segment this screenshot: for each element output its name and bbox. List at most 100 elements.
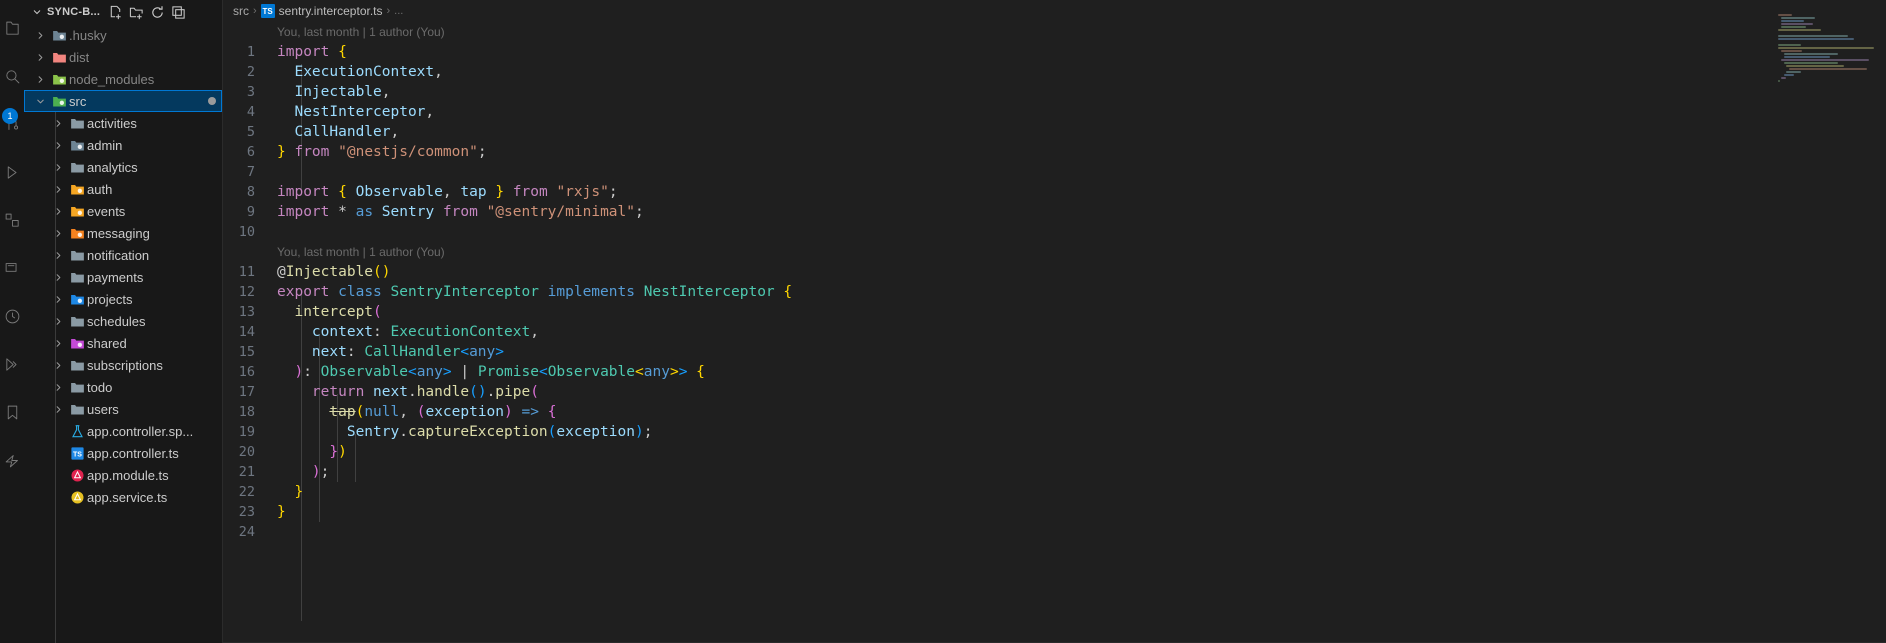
tree-item-admin[interactable]: admin <box>24 134 222 156</box>
chevron-right-icon[interactable] <box>50 382 67 393</box>
chevron-right-icon[interactable] <box>50 272 67 283</box>
code-line[interactable]: 23} <box>223 502 1886 522</box>
code-line-content[interactable]: import * as Sentry from "@sentry/minimal… <box>277 204 1886 220</box>
chevron-right-icon[interactable] <box>50 338 67 349</box>
code-line-content[interactable]: @Injectable() <box>277 264 1886 280</box>
code-line[interactable]: 5 CallHandler, <box>223 122 1886 142</box>
code-line[interactable]: 19 Sentry.captureException(exception); <box>223 422 1886 442</box>
code-line[interactable]: 15 next: CallHandler<any> <box>223 342 1886 362</box>
chevron-right-icon[interactable] <box>50 316 67 327</box>
code-line-content[interactable]: next: CallHandler<any> <box>277 344 1886 360</box>
code-line-content[interactable]: } <box>277 484 1886 500</box>
code-line[interactable]: 20 }) <box>223 442 1886 462</box>
code-line[interactable]: 4 NestInterceptor, <box>223 102 1886 122</box>
breadcrumb-root[interactable]: src <box>233 4 249 18</box>
collapse-folders-icon[interactable] <box>170 4 186 20</box>
thunder-client-icon[interactable] <box>0 436 24 484</box>
code-line[interactable]: 3 Injectable, <box>223 82 1886 102</box>
tree-item-todo[interactable]: todo <box>24 376 222 398</box>
chevron-right-icon[interactable] <box>50 294 67 305</box>
chevron-right-icon[interactable] <box>50 360 67 371</box>
chevron-right-icon[interactable] <box>50 184 67 195</box>
chevron-right-icon[interactable] <box>32 52 49 63</box>
new-folder-icon[interactable] <box>128 4 144 20</box>
code-line-content[interactable]: NestInterceptor, <box>277 104 1886 120</box>
chevron-down-icon[interactable] <box>30 6 44 18</box>
code-line-content[interactable]: import { <box>277 44 1886 60</box>
code-line[interactable]: 1 import { <box>223 42 1886 62</box>
tree-item-app-controller-ts[interactable]: TS app.controller.ts <box>24 442 222 464</box>
tree-item-app-module-ts[interactable]: app.module.ts <box>24 464 222 486</box>
explorer-section-header[interactable]: SYNC-B... <box>24 0 222 24</box>
code-line[interactable]: 10 <box>223 222 1886 242</box>
code-line[interactable]: 24 <box>223 522 1886 542</box>
code-line-content[interactable]: ); <box>277 464 1886 480</box>
code-line[interactable]: 7 <box>223 162 1886 182</box>
code-line-content[interactable]: Injectable, <box>277 84 1886 100</box>
search-icon[interactable] <box>0 52 24 100</box>
code-line[interactable]: 6} from "@nestjs/common"; <box>223 142 1886 162</box>
run-and-debug-icon[interactable] <box>0 148 24 196</box>
code-line-content[interactable]: intercept( <box>277 304 1886 320</box>
tree-item-dist[interactable]: dist <box>24 46 222 68</box>
tree-item-subscriptions[interactable]: subscriptions <box>24 354 222 376</box>
code-line[interactable]: 11 @Injectable() <box>223 262 1886 282</box>
tree-item-payments[interactable]: payments <box>24 266 222 288</box>
tree-item-users[interactable]: users <box>24 398 222 420</box>
code-line[interactable]: 8 import { Observable, tap } from "rxjs"; <box>223 182 1886 202</box>
code-line[interactable]: 9 import * as Sentry from "@sentry/minima… <box>223 202 1886 222</box>
breadcrumb[interactable]: src › TS sentry.interceptor.ts › ... <box>223 0 1886 22</box>
source-control-icon[interactable]: 1 <box>0 100 24 148</box>
breadcrumb-file[interactable]: sentry.interceptor.ts <box>279 4 383 18</box>
explorer-icon[interactable] <box>0 4 24 52</box>
code-line-content[interactable]: tap(null, (exception) => { <box>277 404 1886 420</box>
code-line[interactable]: 2 ExecutionContext, <box>223 62 1886 82</box>
code-line-content[interactable]: return next.handle().pipe( <box>277 384 1886 400</box>
testing-icon[interactable] <box>0 292 24 340</box>
extensions-icon[interactable] <box>0 196 24 244</box>
minimap[interactable] <box>1778 14 1874 82</box>
code-line[interactable]: 17 return next.handle().pipe( <box>223 382 1886 402</box>
code-line-content[interactable]: } from "@nestjs/common"; <box>277 144 1886 160</box>
code-line[interactable]: 22 } <box>223 482 1886 502</box>
code-line[interactable]: 13 intercept( <box>223 302 1886 322</box>
code-line[interactable]: 16 ): Observable<any> | Promise<Observab… <box>223 362 1886 382</box>
tree-item-activities[interactable]: activities <box>24 112 222 134</box>
new-file-icon[interactable] <box>107 4 123 20</box>
code-line-content[interactable]: Sentry.captureException(exception); <box>277 424 1886 440</box>
tree-item-analytics[interactable]: analytics <box>24 156 222 178</box>
chevron-right-icon[interactable] <box>50 250 67 261</box>
file-tree[interactable]: .husky dist node_modules src activities admin… <box>24 24 222 643</box>
code-line[interactable]: 21 ); <box>223 462 1886 482</box>
breadcrumb-more[interactable]: ... <box>394 5 403 17</box>
code-line[interactable]: 12 export class SentryInterceptor impleme… <box>223 282 1886 302</box>
tree-item-src[interactable]: src <box>24 90 222 112</box>
tree-item-projects[interactable]: projects <box>24 288 222 310</box>
tree-item-schedules[interactable]: schedules <box>24 310 222 332</box>
tree-item-notification[interactable]: notification <box>24 244 222 266</box>
tree-item-app-controller-sp[interactable]: app.controller.sp... <box>24 420 222 442</box>
code-line-content[interactable]: }) <box>277 444 1886 460</box>
tree-item-app-service-ts[interactable]: app.service.ts <box>24 486 222 508</box>
chevron-down-icon[interactable] <box>32 96 49 107</box>
chevron-right-icon[interactable] <box>32 30 49 41</box>
refresh-explorer-icon[interactable] <box>149 4 165 20</box>
code-line-content[interactable]: ExecutionContext, <box>277 64 1886 80</box>
remote-explorer-icon[interactable] <box>0 244 24 292</box>
tree-item-node-modules[interactable]: node_modules <box>24 68 222 90</box>
chevron-right-icon[interactable] <box>50 140 67 151</box>
chevron-right-icon[interactable] <box>50 162 67 173</box>
chevron-right-icon[interactable] <box>50 228 67 239</box>
code-line-content[interactable]: } <box>277 504 1886 520</box>
code-line-content[interactable]: CallHandler, <box>277 124 1886 140</box>
code-line-content[interactable]: export class SentryInterceptor implement… <box>277 284 1886 300</box>
tree-item-messaging[interactable]: messaging <box>24 222 222 244</box>
chevron-right-icon[interactable] <box>32 74 49 85</box>
tree-item-shared[interactable]: shared <box>24 332 222 354</box>
code-line-content[interactable]: ): Observable<any> | Promise<Observable<… <box>277 364 1886 380</box>
tree-item--husky[interactable]: .husky <box>24 24 222 46</box>
code-line[interactable]: 14 context: ExecutionContext, <box>223 322 1886 342</box>
code-line[interactable]: 18 tap(null, (exception) => { <box>223 402 1886 422</box>
tree-item-auth[interactable]: auth <box>24 178 222 200</box>
chevron-right-icon[interactable] <box>50 206 67 217</box>
